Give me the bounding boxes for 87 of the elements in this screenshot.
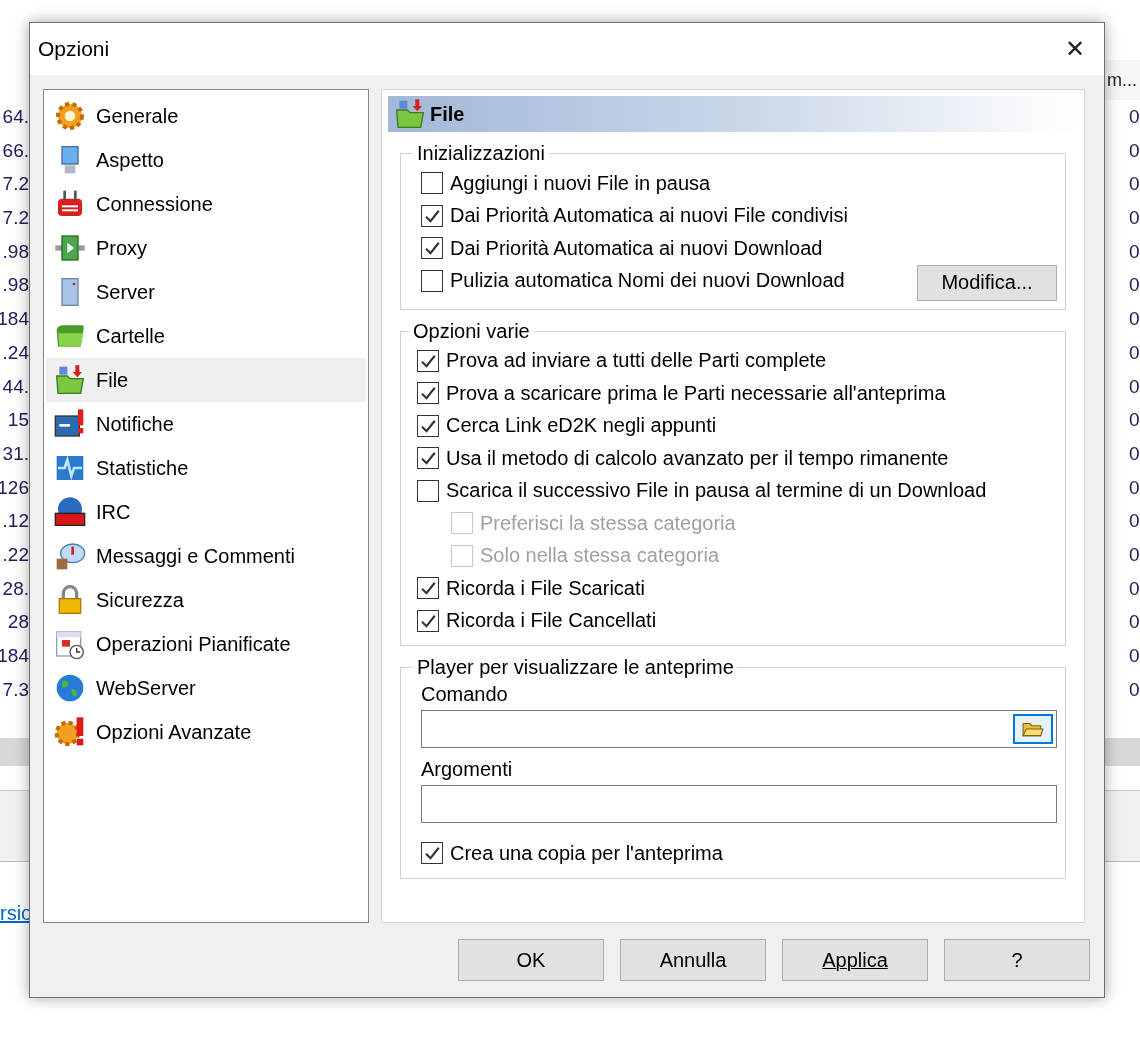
- table-cell-text: 28.: [2, 576, 29, 601]
- table-cell-text: 0: [1128, 644, 1140, 668]
- sidebar-item[interactable]: Opzioni Avanzate: [46, 710, 366, 754]
- checkbox-option[interactable]: Ricorda i File Cancellati: [417, 604, 657, 637]
- table-cell-text: 64.: [2, 105, 29, 129]
- gear-alert-icon: [54, 716, 86, 748]
- table-cell-text: 0: [1128, 239, 1140, 264]
- checkbox-option[interactable]: Scarica il successivo File in pausa al termine di un Download: [417, 474, 987, 507]
- alert-icon: [54, 408, 86, 440]
- calendar-icon: [54, 628, 86, 660]
- table-cell-text: .98: [2, 273, 29, 298]
- folder-arrow-icon: [394, 98, 426, 130]
- table-cell-text: 0: [1128, 441, 1140, 466]
- connector-icon: [54, 232, 86, 264]
- table-cell-text: 0: [1128, 273, 1140, 298]
- table-cell-text: 66.: [2, 138, 29, 163]
- sidebar-item[interactable]: Aspetto: [46, 138, 366, 182]
- edit-button[interactable]: Modifica...: [917, 264, 1057, 301]
- table-cell-text: 0: [1128, 172, 1140, 197]
- sidebar-item[interactable]: Server: [46, 270, 366, 314]
- table-cell-text: 0: [1128, 138, 1140, 163]
- sidebar-item[interactable]: Notifiche: [46, 402, 366, 446]
- sidebar-item[interactable]: File: [46, 358, 366, 402]
- checkbox-option[interactable]: Cerca Link eD2K negli appunti: [417, 409, 717, 442]
- column-header[interactable]: m...: [1105, 60, 1140, 100]
- checkbox-option[interactable]: Pulizia automatica Nomi dei nuovi Download: [421, 264, 845, 297]
- table-cell-text: 0: [1128, 374, 1140, 399]
- sidebar-item[interactable]: Generale: [46, 94, 366, 138]
- arguments-field[interactable]: [421, 785, 1057, 823]
- sidebar-item[interactable]: Connessione: [46, 182, 366, 226]
- table-cell-text: 0: [1128, 542, 1140, 567]
- dialog-button[interactable]: OK: [458, 939, 604, 981]
- table-cell-text: 0: [1128, 408, 1140, 433]
- table-cell-text: .98: [2, 239, 29, 264]
- table-cell-text: 0: [1128, 105, 1140, 129]
- table-cell-text: 0: [1128, 610, 1140, 635]
- sidebar-item[interactable]: Operazioni Pianificate: [46, 622, 366, 666]
- field-label: Comando: [421, 683, 509, 706]
- sidebar-item[interactable]: Statistiche: [46, 446, 366, 490]
- sidebar-item[interactable]: Messaggi e Commenti: [46, 534, 366, 578]
- globe-badge-icon: [54, 496, 86, 528]
- checkbox-option[interactable]: Usa il metodo di calcolo avanzato per il tempo rimanente: [417, 442, 949, 475]
- table-cell-text: 0: [1128, 576, 1140, 601]
- table-cell-text: 31.: [2, 441, 29, 466]
- table-cell-text: .22: [2, 542, 29, 567]
- group-title: Opzioni varie: [412, 319, 531, 343]
- field-label: Argomenti: [421, 758, 514, 781]
- checkbox-option[interactable]: Dai Priorità Automatica ai nuovi File condivisi: [421, 199, 848, 232]
- table-cell-text: 44.: [2, 374, 29, 399]
- dialog-button[interactable]: Annulla: [620, 939, 766, 981]
- checkbox-option[interactable]: Ricorda i File Scaricati: [417, 572, 645, 605]
- checkbox-option[interactable]: Prova a scaricare prima le Parti necessarie all'anteprima: [417, 377, 946, 410]
- dialog-button[interactable]: Applica: [782, 939, 928, 981]
- checkbox-option[interactable]: Crea una copia per l'anteprima: [421, 837, 723, 870]
- table-cell-text: 7.3: [2, 677, 29, 702]
- checkbox-option[interactable]: Aggiungi i nuovi File in pausa: [421, 167, 711, 200]
- table-cell-text: 0: [1128, 340, 1140, 365]
- browse-button[interactable]: [1013, 714, 1053, 744]
- dialog-button[interactable]: ?: [944, 939, 1090, 981]
- window-title: Opzioni: [38, 37, 110, 61]
- speech-bubble-icon: [54, 540, 86, 572]
- table-cell-text: 0: [1128, 206, 1140, 231]
- table-cell-text: 0: [1128, 509, 1140, 534]
- sidebar-item[interactable]: Cartelle: [46, 314, 366, 358]
- table-cell-text: 15: [7, 408, 29, 433]
- checkbox-option[interactable]: Prova ad inviare a tutti delle Parti complete: [417, 344, 827, 377]
- table-cell-text: 0: [1128, 307, 1140, 332]
- table-cell-text: 28: [7, 610, 29, 635]
- folder-arrow-icon: [54, 364, 86, 396]
- folder-icon: [1022, 720, 1044, 738]
- page-title: File: [430, 102, 465, 126]
- checkbox-option[interactable]: Dai Priorità Automatica ai nuovi Download: [421, 232, 823, 265]
- sidebar-item[interactable]: Proxy: [46, 226, 366, 270]
- globe-icon: [54, 672, 86, 704]
- command-field[interactable]: [421, 710, 1057, 748]
- sidebar-item[interactable]: Sicurezza: [46, 578, 366, 622]
- table-cell-text: .24: [2, 340, 29, 365]
- table-cell-text: 7.2: [2, 172, 29, 197]
- sidebar-item[interactable]: IRC: [46, 490, 366, 534]
- group-title: Player per visualizzare le anteprime: [416, 656, 735, 679]
- gear-icon: [54, 100, 86, 132]
- table-cell-text: .12: [2, 509, 29, 534]
- table-cell-text: 0: [1128, 677, 1140, 702]
- table-cell-text: 7.2: [2, 206, 29, 231]
- table-cell-text: 0: [1128, 475, 1140, 500]
- sidebar-item[interactable]: WebServer: [46, 666, 366, 710]
- group-title: Inizializzazioni: [416, 142, 546, 165]
